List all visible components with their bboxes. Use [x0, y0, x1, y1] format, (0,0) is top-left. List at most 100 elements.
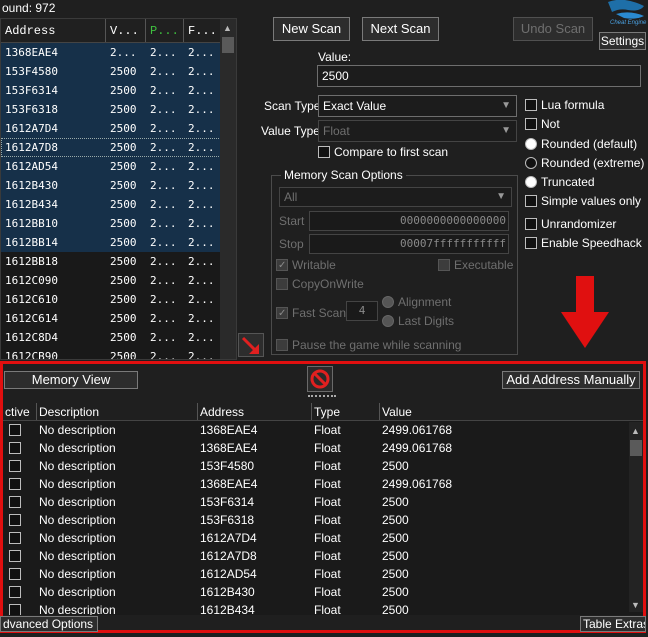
fast-scan-value-input[interactable]: 4: [346, 301, 378, 321]
result-row[interactable]: 1612AD54 2500 2... 2...: [1, 157, 221, 176]
active-checkbox[interactable]: [9, 550, 21, 562]
scan-type-select[interactable]: Exact Value ▼: [318, 95, 517, 117]
unrandomizer-option[interactable]: Unrandomizer: [525, 217, 616, 231]
simple-values-option[interactable]: Simple values only: [525, 194, 641, 208]
lua-formula-option[interactable]: Lua formula: [525, 98, 604, 112]
scroll-thumb[interactable]: [222, 37, 234, 53]
truncated-radio[interactable]: [525, 176, 537, 188]
clear-list-button[interactable]: [307, 366, 333, 392]
scroll-up-icon[interactable]: ▲: [223, 23, 232, 33]
advanced-options-button[interactable]: dvanced Options: [0, 616, 98, 632]
rounded-default-radio[interactable]: [525, 138, 537, 150]
executable-option[interactable]: Executable: [438, 258, 513, 272]
address-table-row[interactable]: No description 1612B434 Float 2500: [3, 601, 643, 615]
col-first[interactable]: F...: [184, 19, 221, 42]
not-checkbox[interactable]: [525, 118, 537, 130]
start-address-input[interactable]: 0000000000000000: [309, 211, 509, 231]
scroll-thumb[interactable]: [630, 440, 642, 456]
table-extras-button[interactable]: Table Extras: [580, 616, 646, 632]
result-row[interactable]: 153F6318 2500 2... 2...: [1, 100, 221, 119]
memory-view-button[interactable]: Memory View: [4, 371, 138, 389]
result-row[interactable]: 153F4580 2500 2... 2...: [1, 62, 221, 81]
address-table-row[interactable]: No description 1612A7D4 Float 2500: [3, 529, 643, 547]
new-scan-button[interactable]: New Scan: [273, 17, 350, 41]
scroll-down-icon[interactable]: ▼: [631, 600, 640, 610]
result-row[interactable]: 1612BB14 2500 2... 2...: [1, 233, 221, 252]
address-table-scrollbar[interactable]: ▲ ▼: [629, 422, 643, 612]
col-previous[interactable]: P...: [146, 19, 184, 42]
writable-checkbox[interactable]: [276, 259, 288, 271]
compare-first-checkbox[interactable]: [318, 146, 330, 158]
not-option[interactable]: Not: [525, 117, 560, 131]
address-table-row[interactable]: No description 1368EAE4 Float 2499.061768: [3, 421, 643, 439]
active-checkbox[interactable]: [9, 532, 21, 544]
result-row[interactable]: 1612C8D4 2500 2... 2...: [1, 328, 221, 347]
pause-game-checkbox[interactable]: [276, 339, 288, 351]
result-row[interactable]: 153F6314 2500 2... 2...: [1, 81, 221, 100]
result-row[interactable]: 1612BB10 2500 2... 2...: [1, 214, 221, 233]
address-table-row[interactable]: No description 1612A7D8 Float 2500: [3, 547, 643, 565]
col-active[interactable]: ctive: [3, 403, 37, 420]
writable-option[interactable]: Writable: [276, 258, 336, 272]
active-checkbox[interactable]: [9, 496, 21, 508]
unrandomizer-checkbox[interactable]: [525, 218, 537, 230]
alignment-option[interactable]: Alignment: [382, 295, 451, 309]
rounded-extreme-option[interactable]: Rounded (extreme): [525, 156, 644, 170]
compare-first-option[interactable]: Compare to first scan: [318, 145, 448, 159]
result-row[interactable]: 1368EAE4 2... 2... 2...: [1, 43, 221, 62]
scan-results-list[interactable]: Address V... P... F... 1368EAE4 2... 2... 2…: [0, 18, 237, 360]
address-table-row[interactable]: No description 153F4580 Float 2500: [3, 457, 643, 475]
copy-on-write-checkbox[interactable]: [276, 278, 288, 290]
address-table-row[interactable]: No description 153F6318 Float 2500: [3, 511, 643, 529]
active-checkbox[interactable]: [9, 514, 21, 526]
undo-scan-button[interactable]: Undo Scan: [513, 17, 593, 41]
rounded-extreme-radio[interactable]: [525, 157, 537, 169]
active-checkbox[interactable]: [9, 586, 21, 598]
copy-on-write-option[interactable]: CopyOnWrite: [276, 277, 364, 291]
col-description[interactable]: Description: [37, 403, 198, 420]
col-address[interactable]: Address: [198, 403, 312, 420]
col-value[interactable]: V...: [106, 19, 146, 42]
results-scrollbar[interactable]: ▲: [220, 19, 236, 359]
address-table[interactable]: ctive Description Address Type Value No …: [3, 403, 643, 615]
result-row[interactable]: 1612B434 2500 2... 2...: [1, 195, 221, 214]
col-value[interactable]: Value: [380, 403, 627, 420]
fast-scan-option[interactable]: Fast Scan: [276, 306, 346, 320]
rounded-default-option[interactable]: Rounded (default): [525, 137, 637, 151]
add-to-list-button[interactable]: [238, 333, 264, 357]
fast-scan-checkbox[interactable]: [276, 307, 288, 319]
cheat-engine-logo[interactable]: Cheat Engine: [600, 0, 648, 32]
result-row[interactable]: 1612A7D8 2500 2... 2...: [1, 138, 221, 157]
active-checkbox[interactable]: [9, 460, 21, 472]
value-input[interactable]: 2500: [317, 65, 641, 87]
address-table-row[interactable]: No description 1612B430 Float 2500: [3, 583, 643, 601]
result-row[interactable]: 1612B430 2500 2... 2...: [1, 176, 221, 195]
lua-formula-checkbox[interactable]: [525, 99, 537, 111]
address-table-row[interactable]: No description 1612AD54 Float 2500: [3, 565, 643, 583]
active-checkbox[interactable]: [9, 604, 21, 615]
add-address-manually-button[interactable]: Add Address Manually: [502, 371, 640, 389]
pause-game-option[interactable]: Pause the game while scanning: [276, 338, 461, 352]
active-checkbox[interactable]: [9, 568, 21, 580]
address-table-row[interactable]: No description 1368EAE4 Float 2499.061768: [3, 475, 643, 493]
result-row[interactable]: 1612C610 2500 2... 2...: [1, 290, 221, 309]
truncated-option[interactable]: Truncated: [525, 175, 595, 189]
memory-region-select[interactable]: All ▼: [279, 187, 512, 207]
active-checkbox[interactable]: [9, 478, 21, 490]
result-row[interactable]: 1612BB18 2500 2... 2...: [1, 252, 221, 271]
simple-values-checkbox[interactable]: [525, 195, 537, 207]
active-checkbox[interactable]: [9, 424, 21, 436]
next-scan-button[interactable]: Next Scan: [362, 17, 439, 41]
settings-button[interactable]: Settings: [599, 32, 646, 50]
result-row[interactable]: 1612A7D4 2500 2... 2...: [1, 119, 221, 138]
result-row[interactable]: 1612C090 2500 2... 2...: [1, 271, 221, 290]
last-digits-option[interactable]: Last Digits: [382, 314, 454, 328]
active-checkbox[interactable]: [9, 442, 21, 454]
speedhack-option[interactable]: Enable Speedhack: [525, 236, 642, 250]
splitter-grip[interactable]: [308, 395, 336, 397]
col-type[interactable]: Type: [312, 403, 380, 420]
last-digits-radio[interactable]: [382, 315, 394, 327]
result-row[interactable]: 1612CB90 2500 2... 2...: [1, 347, 221, 359]
address-table-row[interactable]: No description 1368EAE4 Float 2499.061768: [3, 439, 643, 457]
executable-checkbox[interactable]: [438, 259, 450, 271]
